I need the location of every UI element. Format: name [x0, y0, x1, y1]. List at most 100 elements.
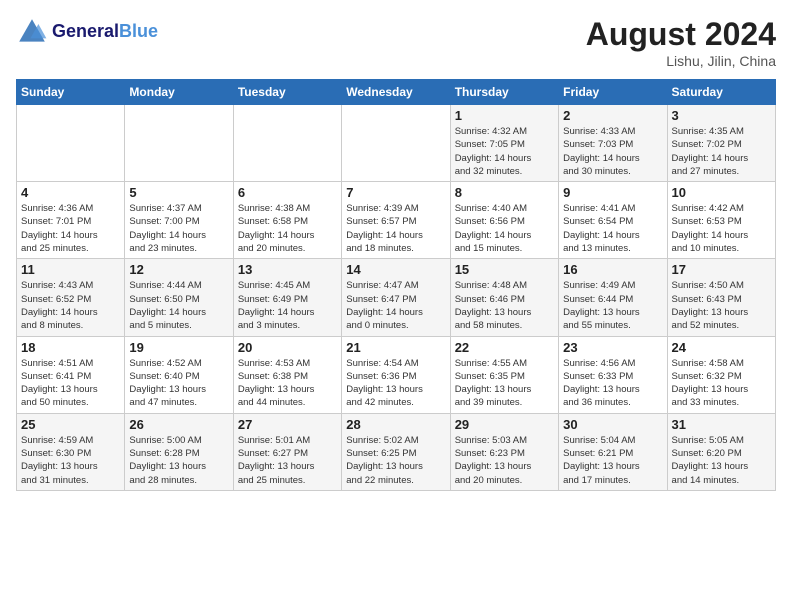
day-number: 15 [455, 262, 554, 277]
calendar-cell [233, 105, 341, 182]
calendar-week-row: 18Sunrise: 4:51 AM Sunset: 6:41 PM Dayli… [17, 336, 776, 413]
day-info: Sunrise: 5:05 AM Sunset: 6:20 PM Dayligh… [672, 434, 771, 487]
day-number: 24 [672, 340, 771, 355]
calendar-body: 1 Sunrise: 4:32 AM Sunset: 7:05 PM Daylig… [17, 105, 776, 491]
calendar-cell: 20 Sunrise: 4:53 AM Sunset: 6:38 PM Dayli… [233, 336, 341, 413]
calendar-cell: 2 Sunrise: 4:33 AM Sunset: 7:03 PM Daylig… [559, 105, 667, 182]
day-info: Sunrise: 5:03 AM Sunset: 6:23 PM Dayligh… [455, 434, 554, 487]
day-number: 25 [21, 417, 120, 432]
day-number: 11 [21, 262, 120, 277]
day-number: 2 [563, 108, 662, 123]
logo-text: GeneralBlue [52, 22, 158, 42]
day-number: 20 [238, 340, 337, 355]
calendar-table: SundayMondayTuesdayWednesdayThursdayFrid… [16, 79, 776, 491]
day-number: 17 [672, 262, 771, 277]
day-info: Sunrise: 5:00 AM Sunset: 6:28 PM Dayligh… [129, 434, 228, 487]
day-number: 22 [455, 340, 554, 355]
calendar-cell: 22Sunrise: 4:55 AM Sunset: 6:35 PM Dayli… [450, 336, 558, 413]
day-number: 3 [672, 108, 771, 123]
day-number: 29 [455, 417, 554, 432]
calendar-week-row: 4 Sunrise: 4:36 AM Sunset: 7:01 PM Daylig… [17, 182, 776, 259]
calendar-cell: 25 Sunrise: 4:59 AM Sunset: 6:30 PM Dayli… [17, 413, 125, 490]
calendar-cell: 24 Sunrise: 4:58 AM Sunset: 6:32 PM Dayli… [667, 336, 775, 413]
calendar-cell: 29 Sunrise: 5:03 AM Sunset: 6:23 PM Dayli… [450, 413, 558, 490]
calendar-cell: 28 Sunrise: 5:02 AM Sunset: 6:25 PM Dayli… [342, 413, 450, 490]
day-number: 5 [129, 185, 228, 200]
day-number: 1 [455, 108, 554, 123]
day-info: Sunrise: 4:53 AM Sunset: 6:38 PM Dayligh… [238, 357, 337, 410]
day-number: 10 [672, 185, 771, 200]
day-info: Sunrise: 4:58 AM Sunset: 6:32 PM Dayligh… [672, 357, 771, 410]
weekday-header: Thursday [450, 80, 558, 105]
calendar-cell: 26 Sunrise: 5:00 AM Sunset: 6:28 PM Dayli… [125, 413, 233, 490]
day-info: Sunrise: 4:35 AM Sunset: 7:02 PM Dayligh… [672, 125, 771, 178]
day-info: Sunrise: 4:36 AM Sunset: 7:01 PM Dayligh… [21, 202, 120, 255]
day-number: 21 [346, 340, 445, 355]
calendar-cell: 16Sunrise: 4:49 AM Sunset: 6:44 PM Dayli… [559, 259, 667, 336]
location-subtitle: Lishu, Jilin, China [586, 53, 776, 69]
day-info: Sunrise: 4:48 AM Sunset: 6:46 PM Dayligh… [455, 279, 554, 332]
calendar-cell: 4 Sunrise: 4:36 AM Sunset: 7:01 PM Daylig… [17, 182, 125, 259]
calendar-cell: 8Sunrise: 4:40 AM Sunset: 6:56 PM Daylig… [450, 182, 558, 259]
calendar-cell: 6Sunrise: 4:38 AM Sunset: 6:58 PM Daylig… [233, 182, 341, 259]
calendar-cell [125, 105, 233, 182]
logo: GeneralBlue [16, 16, 158, 48]
day-info: Sunrise: 4:41 AM Sunset: 6:54 PM Dayligh… [563, 202, 662, 255]
day-info: Sunrise: 4:49 AM Sunset: 6:44 PM Dayligh… [563, 279, 662, 332]
day-number: 9 [563, 185, 662, 200]
calendar-cell: 9 Sunrise: 4:41 AM Sunset: 6:54 PM Daylig… [559, 182, 667, 259]
calendar-week-row: 1 Sunrise: 4:32 AM Sunset: 7:05 PM Daylig… [17, 105, 776, 182]
calendar-cell: 13 Sunrise: 4:45 AM Sunset: 6:49 PM Dayli… [233, 259, 341, 336]
weekday-header: Monday [125, 80, 233, 105]
day-info: Sunrise: 4:50 AM Sunset: 6:43 PM Dayligh… [672, 279, 771, 332]
calendar-header-row: SundayMondayTuesdayWednesdayThursdayFrid… [17, 80, 776, 105]
calendar-cell: 19Sunrise: 4:52 AM Sunset: 6:40 PM Dayli… [125, 336, 233, 413]
logo-icon [16, 16, 48, 48]
calendar-cell: 27Sunrise: 5:01 AM Sunset: 6:27 PM Dayli… [233, 413, 341, 490]
day-number: 26 [129, 417, 228, 432]
day-info: Sunrise: 5:02 AM Sunset: 6:25 PM Dayligh… [346, 434, 445, 487]
day-info: Sunrise: 4:59 AM Sunset: 6:30 PM Dayligh… [21, 434, 120, 487]
title-block: August 2024 Lishu, Jilin, China [586, 16, 776, 69]
calendar-cell: 15 Sunrise: 4:48 AM Sunset: 6:46 PM Dayli… [450, 259, 558, 336]
day-info: Sunrise: 4:42 AM Sunset: 6:53 PM Dayligh… [672, 202, 771, 255]
day-number: 4 [21, 185, 120, 200]
day-number: 12 [129, 262, 228, 277]
calendar-cell [342, 105, 450, 182]
day-info: Sunrise: 4:32 AM Sunset: 7:05 PM Dayligh… [455, 125, 554, 178]
day-number: 23 [563, 340, 662, 355]
day-info: Sunrise: 4:39 AM Sunset: 6:57 PM Dayligh… [346, 202, 445, 255]
day-info: Sunrise: 4:47 AM Sunset: 6:47 PM Dayligh… [346, 279, 445, 332]
day-number: 28 [346, 417, 445, 432]
calendar-cell: 23 Sunrise: 4:56 AM Sunset: 6:33 PM Dayli… [559, 336, 667, 413]
day-number: 7 [346, 185, 445, 200]
weekday-header: Wednesday [342, 80, 450, 105]
calendar-cell: 14 Sunrise: 4:47 AM Sunset: 6:47 PM Dayli… [342, 259, 450, 336]
day-info: Sunrise: 4:44 AM Sunset: 6:50 PM Dayligh… [129, 279, 228, 332]
weekday-header: Tuesday [233, 80, 341, 105]
calendar-cell: 30Sunrise: 5:04 AM Sunset: 6:21 PM Dayli… [559, 413, 667, 490]
calendar-week-row: 11Sunrise: 4:43 AM Sunset: 6:52 PM Dayli… [17, 259, 776, 336]
day-number: 13 [238, 262, 337, 277]
day-number: 31 [672, 417, 771, 432]
day-info: Sunrise: 4:54 AM Sunset: 6:36 PM Dayligh… [346, 357, 445, 410]
day-number: 18 [21, 340, 120, 355]
calendar-cell: 12 Sunrise: 4:44 AM Sunset: 6:50 PM Dayli… [125, 259, 233, 336]
weekday-header: Friday [559, 80, 667, 105]
day-info: Sunrise: 4:40 AM Sunset: 6:56 PM Dayligh… [455, 202, 554, 255]
month-year-title: August 2024 [586, 16, 776, 53]
calendar-cell: 11Sunrise: 4:43 AM Sunset: 6:52 PM Dayli… [17, 259, 125, 336]
calendar-week-row: 25 Sunrise: 4:59 AM Sunset: 6:30 PM Dayli… [17, 413, 776, 490]
day-number: 19 [129, 340, 228, 355]
calendar-cell: 21 Sunrise: 4:54 AM Sunset: 6:36 PM Dayli… [342, 336, 450, 413]
day-number: 14 [346, 262, 445, 277]
calendar-cell: 18Sunrise: 4:51 AM Sunset: 6:41 PM Dayli… [17, 336, 125, 413]
day-info: Sunrise: 4:33 AM Sunset: 7:03 PM Dayligh… [563, 125, 662, 178]
day-info: Sunrise: 4:56 AM Sunset: 6:33 PM Dayligh… [563, 357, 662, 410]
calendar-cell: 3 Sunrise: 4:35 AM Sunset: 7:02 PM Daylig… [667, 105, 775, 182]
weekday-header: Saturday [667, 80, 775, 105]
day-info: Sunrise: 4:45 AM Sunset: 6:49 PM Dayligh… [238, 279, 337, 332]
day-info: Sunrise: 4:38 AM Sunset: 6:58 PM Dayligh… [238, 202, 337, 255]
day-number: 27 [238, 417, 337, 432]
calendar-cell: 1 Sunrise: 4:32 AM Sunset: 7:05 PM Daylig… [450, 105, 558, 182]
